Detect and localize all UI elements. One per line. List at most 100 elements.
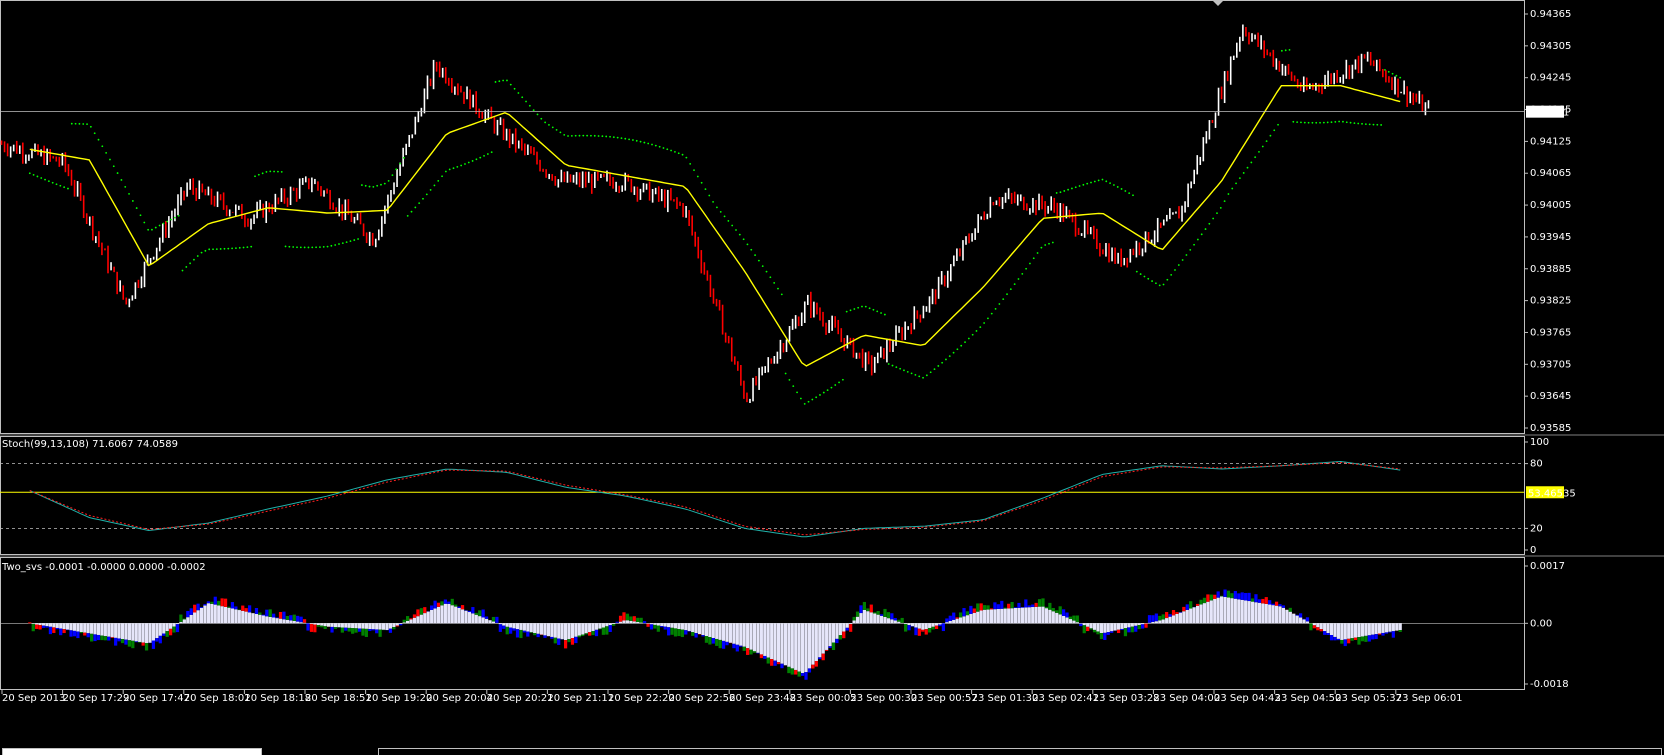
trailing-stop-dot: [1368, 123, 1371, 126]
time-tick-label: 23 Sep 04:00: [1153, 693, 1220, 704]
trailing-stop-dot: [40, 177, 43, 179]
time-tick-label: 23 Sep 00:57: [911, 693, 978, 704]
trailing-stop-dot: [548, 123, 550, 126]
trailing-stop-dot: [990, 312, 993, 315]
trailing-stop-dot: [983, 322, 986, 324]
trailing-stop-dot: [822, 391, 825, 394]
oscillator-label: Two_svs -0.0001 -0.0000 0.0000 -0.0002: [1, 562, 206, 573]
trailing-stop-dot: [1238, 177, 1241, 180]
trailing-stop-dot: [147, 228, 150, 231]
trailing-stop-dot: [964, 341, 966, 344]
trailing-stop-dot: [357, 238, 359, 240]
trailing-stop-dot: [666, 148, 669, 151]
trailing-stop-dot: [1376, 123, 1379, 126]
trailing-stop-dot: [567, 135, 569, 137]
trailing-stop-dot: [773, 282, 776, 284]
trailing-stop-dot: [1132, 194, 1134, 197]
trailing-stop-dot: [345, 241, 348, 244]
trailing-stop-dot: [433, 184, 436, 187]
trailing-stop-dot: [235, 247, 237, 250]
trailing-stop-dot: [1254, 156, 1257, 159]
trailing-stop-dot: [490, 151, 493, 154]
trailing-stop-dot: [1013, 283, 1016, 286]
time-tick-label: 23 Sep 03:28: [1093, 693, 1160, 704]
trailing-stop-dot: [1296, 121, 1299, 124]
trailing-stop-dot: [895, 366, 898, 369]
trailing-stop-dot: [685, 156, 688, 159]
trailing-stop-dot: [1006, 293, 1008, 296]
trailing-stop-dot: [307, 246, 310, 249]
trailing-stop-dot: [1261, 145, 1264, 148]
trailing-stop-dot: [219, 248, 222, 250]
trailing-stop-dot: [47, 180, 50, 183]
trailing-stop-dot: [830, 386, 833, 389]
trailing-stop-dot: [261, 172, 264, 175]
price-tick-label: 0.93945: [1530, 232, 1571, 243]
stoch-tick-label: 100: [1530, 437, 1549, 448]
trailing-stop-dot: [158, 224, 161, 227]
trailing-stop-dot: [101, 145, 104, 148]
trailing-stop-dot: [1151, 280, 1153, 282]
chart-canvas: 0.943650.943050.942450.941850.941250.940…: [0, 0, 1664, 755]
trailing-stop-dot: [471, 160, 474, 162]
trailing-stop-dot: [689, 162, 692, 165]
time-tick-label: 20 Sep 17:29: [63, 693, 130, 704]
trailing-stop-dot: [1204, 228, 1207, 230]
trailing-stop-dot: [967, 337, 970, 340]
trailing-stop-dot: [1155, 282, 1157, 285]
trailing-stop-dot: [414, 206, 417, 209]
trailing-stop-dot: [506, 79, 508, 82]
trailing-stop-dot: [105, 151, 108, 154]
trailing-stop-dot: [296, 246, 298, 249]
trailing-stop-dot: [349, 240, 352, 243]
trailing-stop-dot: [89, 125, 92, 128]
trailing-stop-dot: [696, 175, 699, 178]
trailing-stop-dot: [1002, 298, 1005, 301]
trailing-stop-dot: [1040, 246, 1043, 249]
chart-tab[interactable]: [378, 748, 1662, 755]
trailing-stop-dot: [639, 140, 642, 143]
trailing-stop-dot: [410, 210, 413, 213]
trailing-stop-dot: [189, 262, 192, 265]
trailing-stop-dot: [387, 180, 390, 182]
trailing-stop-dot: [238, 246, 241, 249]
trailing-stop-dot: [540, 117, 543, 120]
time-tick-label: 20 Sep 18:51: [305, 693, 372, 704]
trailing-stop-dot: [1196, 238, 1199, 241]
trailing-stop-dot: [124, 185, 127, 188]
trailing-stop-dot: [876, 310, 879, 313]
trailing-stop-dot: [1078, 185, 1081, 187]
chart-tab[interactable]: [2, 748, 262, 755]
trailing-stop-dot: [154, 226, 157, 229]
trailing-stop-dot: [868, 307, 871, 310]
time-tick-label: 20 Sep 18:01: [184, 693, 251, 704]
trailing-stop-dot: [1322, 121, 1325, 124]
trailing-stop-dot: [872, 308, 875, 311]
trailing-stop-dot: [761, 265, 764, 268]
trailing-stop-dot: [784, 372, 787, 375]
trailing-stop-dot: [59, 184, 62, 187]
trailing-stop-dot: [1219, 206, 1222, 209]
trailing-stop-dot: [1193, 243, 1195, 246]
trailing-stop-dot: [181, 269, 184, 272]
trailing-stop-dot: [716, 206, 718, 209]
trailing-stop-dot: [925, 374, 928, 377]
trailing-stop-dot: [1342, 120, 1344, 123]
trailing-stop-dot: [273, 170, 275, 173]
time-tick-label: 23 Sep 06:01: [1396, 693, 1463, 704]
trailing-stop-dot: [1147, 277, 1150, 280]
trailing-stop-dot: [509, 83, 512, 86]
trailing-stop-dot: [483, 154, 485, 157]
trailing-stop-dot: [32, 173, 35, 176]
trailing-stop-dot: [903, 369, 905, 372]
trailing-stop-dot: [139, 214, 142, 217]
trailing-stop-dot: [1246, 166, 1249, 169]
trailing-stop-dot: [376, 184, 379, 187]
time-tick-label: 20 Sep 19:20: [366, 693, 433, 704]
trailing-stop-dot: [1387, 70, 1390, 73]
trailing-stop-dot: [1143, 275, 1146, 278]
trailing-stop-dot: [857, 306, 860, 309]
trailing-stop-dot: [1029, 262, 1031, 265]
trailing-stop-dot: [624, 137, 627, 140]
trailing-stop-dot: [1166, 278, 1169, 281]
